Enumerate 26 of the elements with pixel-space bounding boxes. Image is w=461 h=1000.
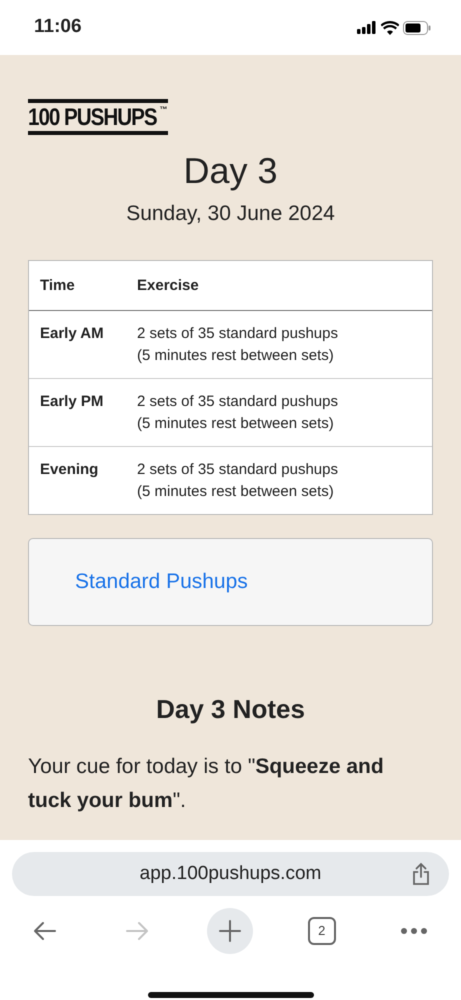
logo[interactable]: 100 PUSHUPS™ bbox=[28, 99, 168, 135]
exercise-cell-text: 2 sets of 35 standard pushups (5 minutes rest between sets) bbox=[137, 324, 338, 366]
exercise-link[interactable]: Standard Pushups bbox=[75, 566, 248, 598]
exercise-cell-text: 2 sets of 35 standard pushups (5 minutes rest between sets) bbox=[137, 460, 338, 502]
share-icon[interactable] bbox=[411, 862, 431, 886]
more-icon bbox=[400, 927, 428, 935]
left-arrow-icon bbox=[32, 919, 58, 943]
right-arrow-icon bbox=[124, 919, 150, 943]
notes-paragraph: Your cue for today is to "Squeeze and tuck your bum". bbox=[28, 754, 385, 814]
signal-icon bbox=[357, 21, 377, 34]
battery-icon bbox=[403, 20, 431, 34]
wifi-icon bbox=[381, 20, 399, 34]
status-time: 11:06 bbox=[34, 15, 82, 40]
new-tab-button[interactable] bbox=[206, 908, 252, 954]
page-heading: Day 3 bbox=[182, 149, 279, 192]
tabs-button[interactable]: 2 bbox=[298, 908, 345, 954]
date-text: Sunday, 30 June 2024 bbox=[125, 201, 336, 228]
address-bar[interactable]: app.100pushups.com bbox=[12, 852, 449, 896]
exercise-cell-text: 2 sets of 35 standard pushups (5 minutes rest between sets) bbox=[137, 392, 338, 434]
column-header: Time bbox=[39, 276, 76, 296]
time-cell-text: Early AM bbox=[39, 324, 105, 344]
notes-heading: Day 3 Notes bbox=[155, 694, 306, 726]
time-cell-text: Evening bbox=[39, 460, 100, 480]
column-header: Exercise bbox=[137, 276, 199, 296]
plus-icon bbox=[216, 919, 242, 943]
time-cell-text: Early PM bbox=[39, 392, 104, 412]
